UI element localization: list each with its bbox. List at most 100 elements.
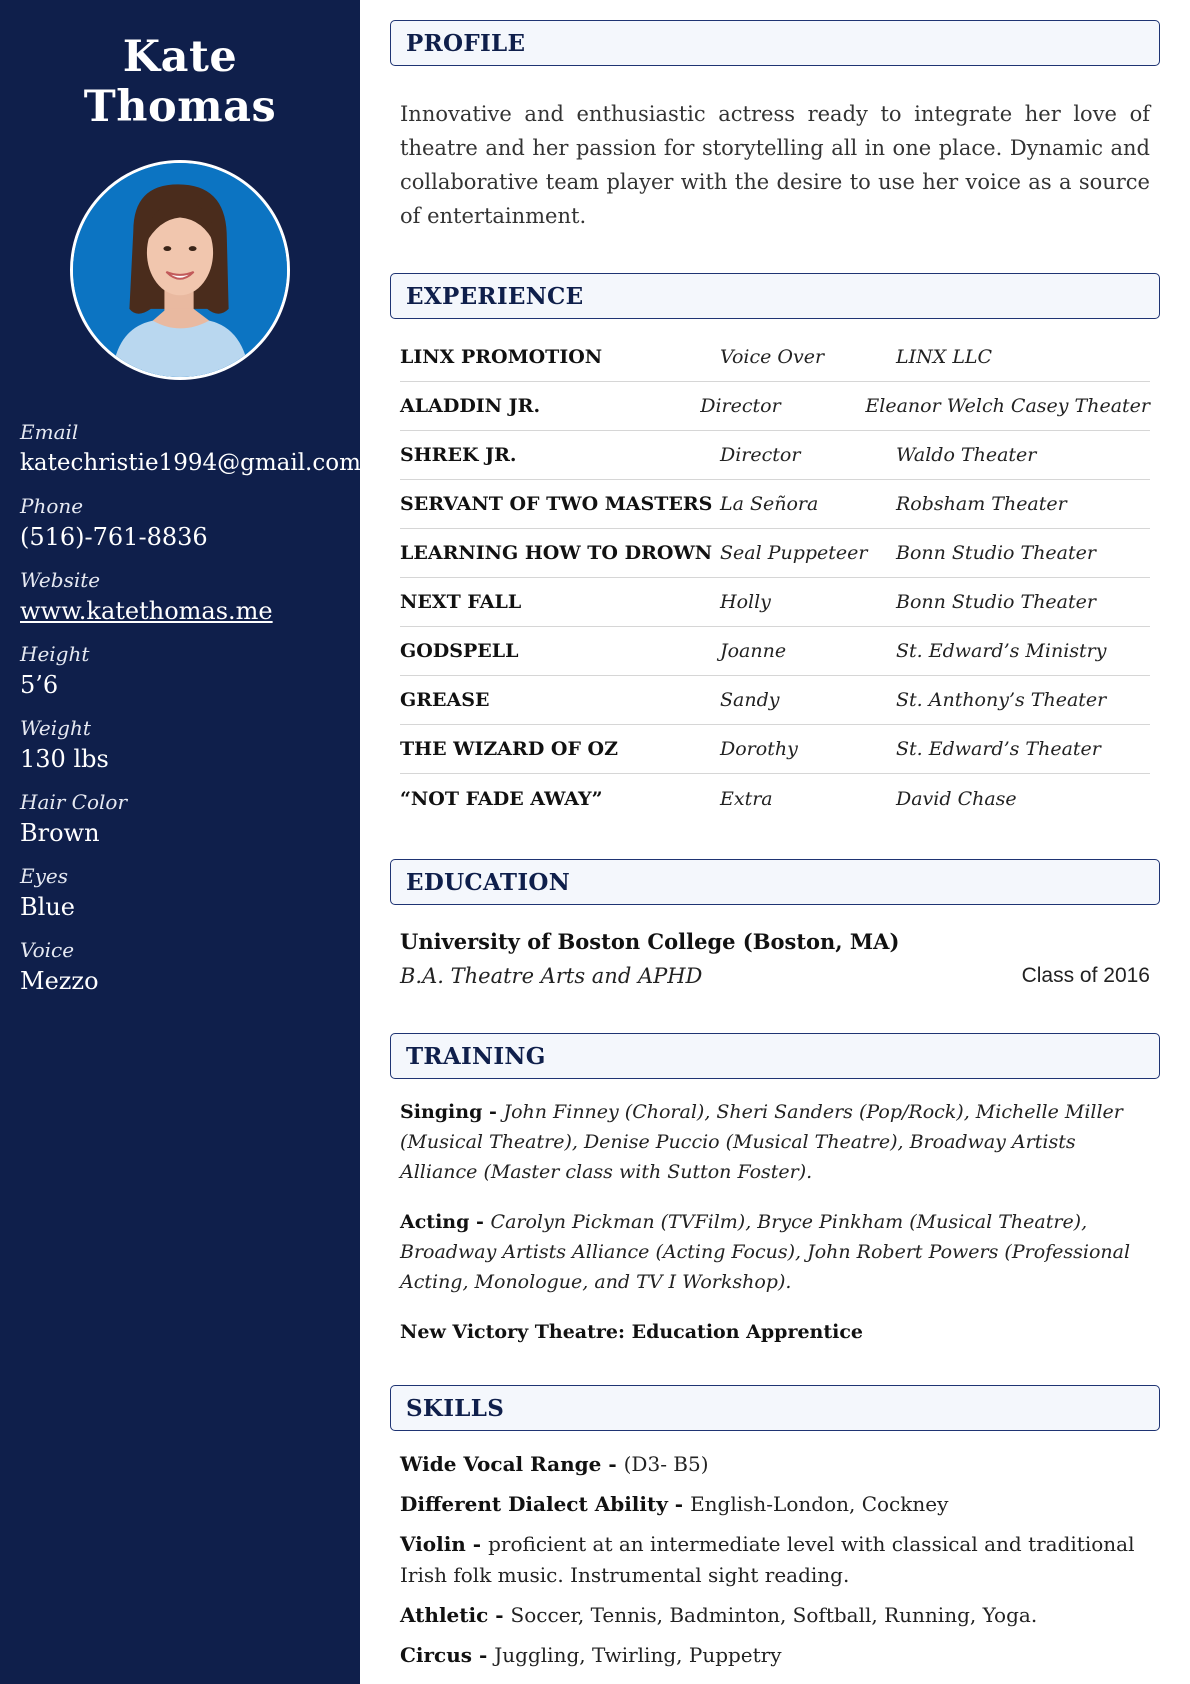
sidebar: Kate Thomas Email katechristie1994@gmail… [0, 0, 361, 1684]
height-field: Height 5’6 [20, 640, 340, 702]
table-row: THE WIZARD OF OZ Dorothy St. Edward’s Th… [400, 725, 1150, 774]
phone-label: Phone [20, 494, 84, 518]
role: Voice Over [720, 346, 825, 368]
venue: Waldo Theater [896, 444, 1037, 466]
training-label: New Victory Theatre: Education Apprentic… [400, 1321, 864, 1343]
role: Extra [720, 787, 773, 810]
profile-heading: PROFILE [390, 20, 1160, 66]
school-name: University of Boston College (Boston, MA… [400, 929, 900, 954]
height-value: 5’6 [20, 671, 59, 699]
venue: LINX LLC [896, 346, 993, 368]
role: Director [720, 444, 801, 466]
weight-field: Weight 130 lbs [20, 714, 340, 776]
role: Seal Puppeteer [720, 542, 868, 564]
profile-summary: Innovative and enthusiastic actress read… [400, 102, 1150, 228]
training-item-singing: Singing - John Finney (Choral), Sheri Sa… [400, 1097, 1150, 1187]
resume-page: Kate Thomas Email katechristie1994@gmail… [0, 0, 1190, 1684]
table-row: SHREK JR. Director Waldo Theater [400, 431, 1150, 480]
training-heading: TRAINING [390, 1033, 1160, 1079]
table-row: LINX PROMOTION Voice Over LINX LLC [400, 333, 1150, 382]
email-label: Email [20, 420, 79, 444]
venue: St. Edward’s Ministry [896, 640, 1107, 662]
portrait-illustration [73, 163, 287, 377]
venue: Robsham Theater [896, 493, 1067, 515]
candidate-name: Kate Thomas [83, 32, 277, 132]
education-heading: EDUCATION [390, 859, 1160, 905]
voice-field: Voice Mezzo [20, 936, 340, 998]
email-value[interactable]: katechristie1994@gmail.com [20, 446, 361, 480]
skill-item: Wide Vocal Range - (D3- B5) [400, 1449, 1150, 1480]
venue: St. Edward’s Theater [896, 738, 1101, 760]
education-section: EDUCATION University of Boston College (… [390, 859, 1160, 993]
experience-section: EXPERIENCE LINX PROMOTION Voice Over LIN… [390, 273, 1160, 823]
skills-list: Wide Vocal Range - (D3- B5) Different Di… [390, 1431, 1160, 1671]
venue: Bonn Studio Theater [896, 591, 1096, 613]
graduation-year: Class of 2016 [1021, 964, 1150, 987]
table-row: “NOT FADE AWAY” Extra David Chase [400, 774, 1150, 823]
eyes-label: Eyes [20, 864, 68, 888]
website-link[interactable]: www.katethomas.me [20, 594, 340, 628]
table-row: SERVANT OF TWO MASTERS La Señora Robsham… [400, 480, 1150, 529]
eyes-field: Eyes Blue [20, 862, 340, 924]
skills-heading: SKILLS [390, 1385, 1160, 1431]
production-title: LEARNING HOW TO DROWN [400, 542, 713, 564]
skill-label: Violin - [400, 1532, 489, 1556]
skill-text: (D3- B5) [623, 1452, 709, 1476]
training-label: Singing - [400, 1101, 504, 1123]
table-row: NEXT FALL Holly Bonn Studio Theater [400, 578, 1150, 627]
production-title: GODSPELL [400, 640, 519, 662]
voice-value: Mezzo [20, 967, 99, 995]
production-title: ALADDIN JR. [400, 395, 541, 417]
venue: St. Anthony’s Theater [896, 689, 1107, 711]
venue: Bonn Studio Theater [896, 542, 1096, 564]
training-section: TRAINING Singing - John Finney (Choral),… [390, 1033, 1160, 1347]
degree: B.A. Theatre Arts and APHD [400, 964, 703, 988]
profile-section: PROFILE Innovative and enthusiastic actr… [390, 20, 1160, 233]
degree-line: B.A. Theatre Arts and APHD Class of 2016 [400, 959, 1150, 993]
eyes-value: Blue [20, 893, 75, 921]
weight-value: 130 lbs [20, 745, 109, 773]
production-title: LINX PROMOTION [400, 346, 603, 368]
skill-label: Different Dialect Ability - [400, 1492, 691, 1516]
hair-color-field: Hair Color Brown [20, 788, 340, 850]
website-label: Website [20, 568, 101, 592]
training-label: Acting - [400, 1211, 491, 1233]
role: La Señora [720, 493, 819, 515]
table-row: GREASE Sandy St. Anthony’s Theater [400, 676, 1150, 725]
role: Joanne [720, 640, 787, 662]
venue: Eleanor Welch Casey Theater [865, 395, 1150, 417]
education-entry: University of Boston College (Boston, MA… [390, 905, 1160, 993]
skill-label: Circus - [400, 1643, 495, 1667]
production-title: “NOT FADE AWAY” [400, 787, 603, 810]
website-field: Website www.katethomas.me [20, 566, 340, 628]
training-list: Singing - John Finney (Choral), Sheri Sa… [390, 1079, 1160, 1347]
venue: David Chase [896, 787, 1017, 810]
skill-item: Athletic - Soccer, Tennis, Badminton, So… [400, 1600, 1150, 1631]
contact-details: Email katechristie1994@gmail.com Phone (… [20, 418, 361, 998]
role: Director [700, 395, 781, 417]
role: Holly [720, 591, 771, 613]
skill-item: Circus - Juggling, Twirling, Puppetry [400, 1640, 1150, 1671]
height-label: Height [20, 642, 90, 666]
training-text: John Finney (Choral), Sheri Sanders (Pop… [400, 1101, 1123, 1183]
experience-table: LINX PROMOTION Voice Over LINX LLC ALADD… [400, 333, 1150, 823]
skills-section: SKILLS Wide Vocal Range - (D3- B5) Diffe… [390, 1385, 1160, 1671]
training-item-apprentice: New Victory Theatre: Education Apprentic… [400, 1317, 1150, 1347]
email-field: Email katechristie1994@gmail.com [20, 418, 361, 480]
table-row: LEARNING HOW TO DROWN Seal Puppeteer Bon… [400, 529, 1150, 578]
skill-item: Violin - proficient at an intermediate l… [400, 1529, 1150, 1591]
weight-label: Weight [20, 716, 91, 740]
skill-text: proficient at an intermediate level with… [400, 1532, 1135, 1587]
role: Sandy [720, 689, 780, 711]
table-row: ALADDIN JR. Director Eleanor Welch Casey… [400, 382, 1150, 431]
training-text: Carolyn Pickman (TVFilm), Bryce Pinkham … [400, 1211, 1131, 1293]
experience-heading: EXPERIENCE [390, 273, 1160, 319]
skill-label: Athletic - [400, 1603, 511, 1627]
hair-color-label: Hair Color [20, 790, 128, 814]
profile-photo [70, 160, 290, 380]
skill-item: Different Dialect Ability - English-Lond… [400, 1489, 1150, 1520]
role: Dorothy [720, 738, 798, 760]
hair-color-value: Brown [20, 819, 100, 847]
skill-text: Juggling, Twirling, Puppetry [494, 1643, 782, 1667]
production-title: GREASE [400, 689, 490, 711]
